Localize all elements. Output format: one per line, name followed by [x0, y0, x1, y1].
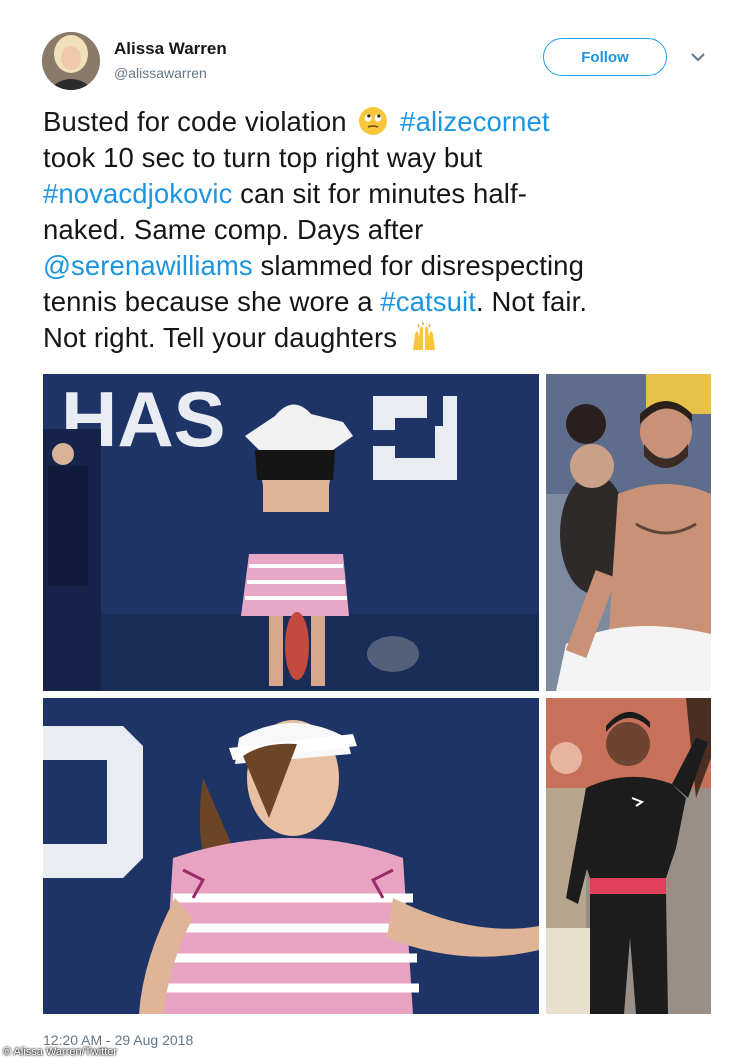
- author-name[interactable]: Alissa Warren: [114, 39, 227, 59]
- photo-cornet-shirt[interactable]: HAS: [43, 374, 539, 691]
- tweet-line: Busted for code violation #alizecornet: [43, 106, 550, 137]
- hashtag-link[interactable]: #alizecornet: [400, 106, 549, 137]
- chevron-down-icon[interactable]: [690, 50, 706, 64]
- photo-djokovic[interactable]: [546, 374, 711, 691]
- tweet-line: Not right. Tell your daughters: [43, 320, 711, 356]
- image-credit: © Alissa Warren/Twitter: [3, 1046, 118, 1058]
- tweet-line: naked. Same comp. Days after: [43, 214, 424, 245]
- avatar[interactable]: [42, 32, 100, 90]
- hashtag-link[interactable]: #catsuit: [380, 286, 476, 317]
- follow-button[interactable]: Follow: [543, 38, 667, 76]
- mention-link[interactable]: @serenawilliams: [43, 250, 253, 281]
- photo-serena[interactable]: [546, 698, 711, 1014]
- tweet-text: Busted for code violation #alizecornet t…: [43, 104, 711, 356]
- raised-hands-emoji: [409, 322, 439, 352]
- chase-logo: [43, 726, 143, 878]
- eye-roll-emoji: [358, 106, 388, 136]
- tweet-line: #novacdjokovic can sit for minutes half-: [43, 178, 527, 209]
- tweet-line: @serenawilliams slammed for disrespectin…: [43, 250, 584, 281]
- author-handle[interactable]: @alissawarren: [114, 65, 207, 81]
- tweet-header: Alissa Warren @alissawarren Follow: [42, 32, 712, 92]
- photo-grid: HAS: [43, 374, 711, 1014]
- chase-logo: [373, 396, 457, 480]
- hashtag-link[interactable]: #novacdjokovic: [43, 178, 232, 209]
- tweet-line: took 10 sec to turn top right way but: [43, 142, 483, 173]
- photo-cornet-visor[interactable]: [43, 698, 539, 1014]
- tweet-line: tennis because she wore a #catsuit. Not …: [43, 286, 588, 317]
